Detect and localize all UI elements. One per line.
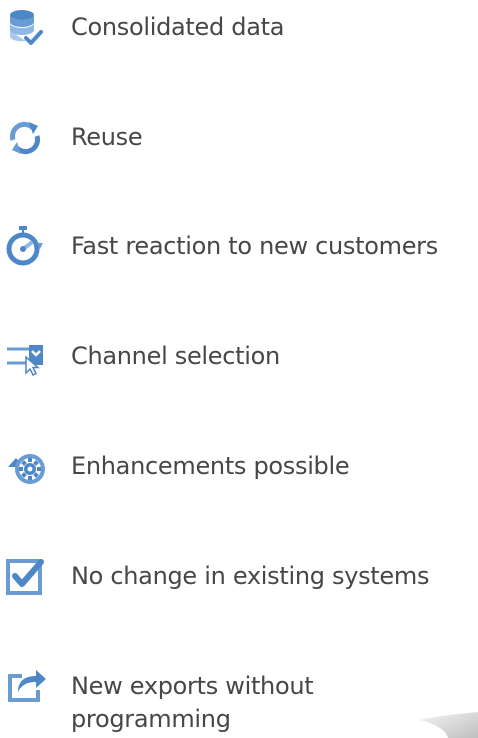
benefit-label: Reuse	[71, 123, 143, 151]
decorative-corner-shape	[420, 712, 478, 738]
benefit-item-new-exports: New exports without programming	[0, 662, 478, 733]
benefit-label: Fast reaction to new customers	[71, 232, 438, 260]
channel-pointer-icon	[4, 335, 46, 377]
benefit-list: Consolidated data Reuse Fast reaction to…	[0, 0, 478, 738]
benefit-label: Consolidated data	[71, 13, 285, 41]
benefit-item-channel-selection: Channel selection	[0, 333, 478, 381]
benefit-label: No change in existing systems	[71, 562, 430, 590]
share-export-icon	[4, 664, 46, 706]
benefit-item-consolidated-data: Consolidated data	[0, 4, 478, 52]
refresh-cycle-icon	[4, 116, 46, 158]
benefit-label: Channel selection	[71, 342, 280, 370]
benefit-item-enhancements: Enhancements possible	[0, 443, 478, 491]
benefit-item-reuse: Reuse	[0, 114, 478, 162]
benefit-item-no-change: No change in existing systems	[0, 553, 478, 601]
stopwatch-icon	[4, 225, 46, 267]
benefit-label: New exports without programming	[71, 672, 314, 733]
benefit-item-fast-reaction: Fast reaction to new customers	[0, 223, 478, 271]
gear-upgrade-icon	[4, 445, 46, 487]
checkbox-checked-icon	[4, 555, 46, 597]
database-check-icon	[4, 6, 46, 48]
benefit-label: Enhancements possible	[71, 452, 350, 480]
